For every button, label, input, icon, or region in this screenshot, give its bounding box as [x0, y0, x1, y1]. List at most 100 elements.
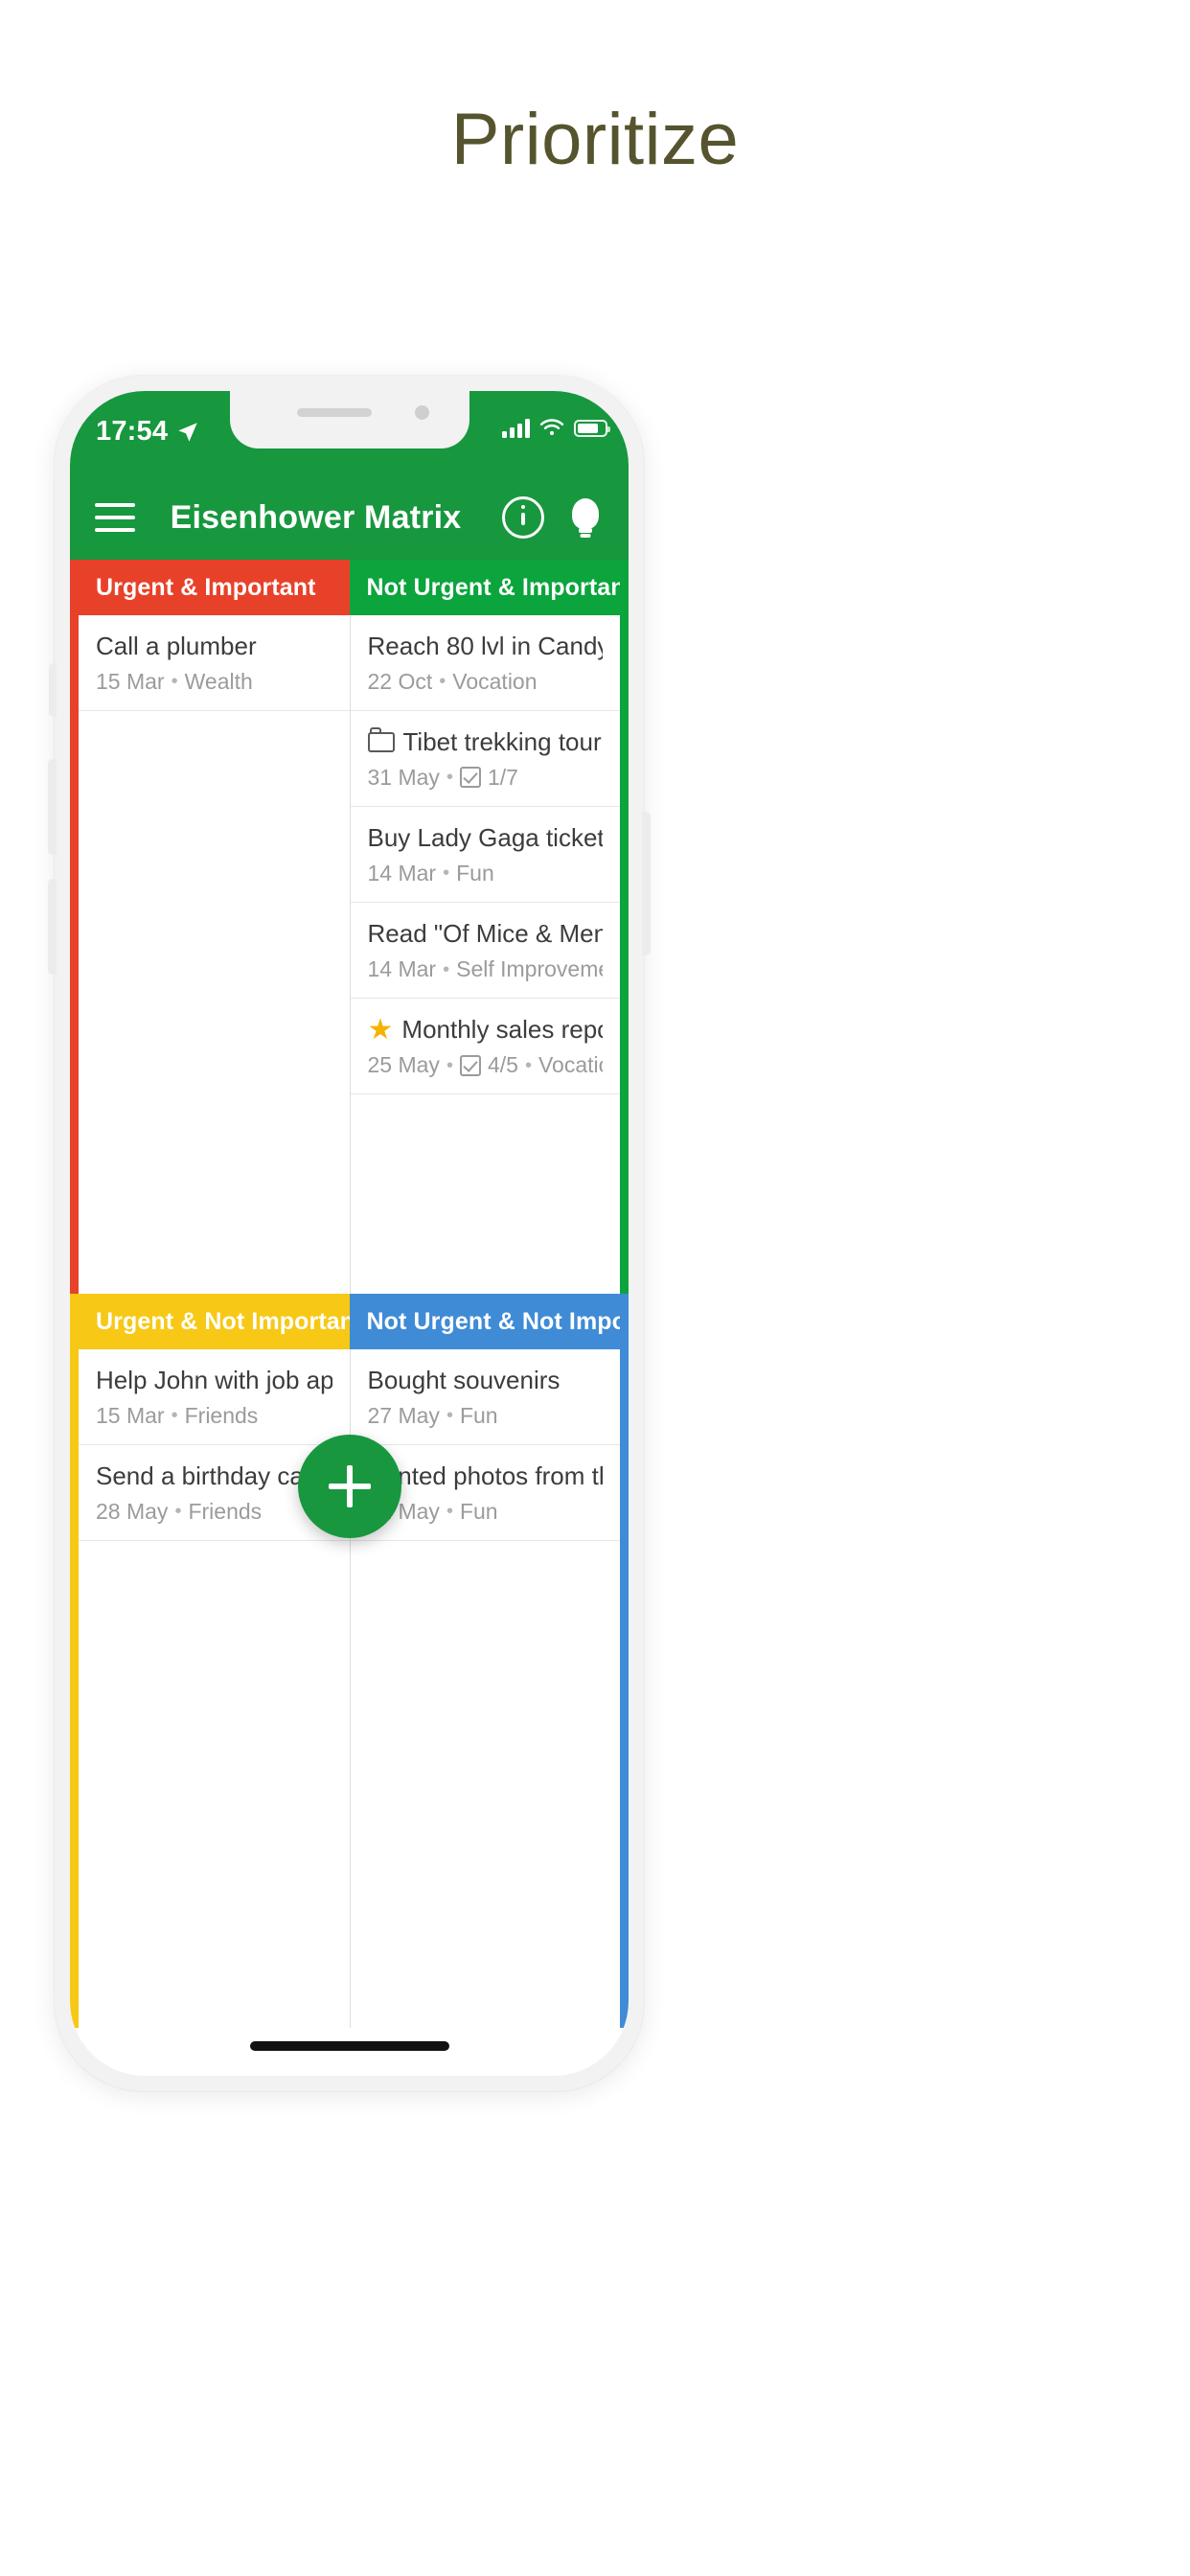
page-title: Prioritize: [450, 99, 740, 180]
task-title-text: Tibet trekking tour: [402, 727, 602, 757]
status-icons: [502, 419, 610, 438]
quadrant-task-list: Bought souvenirs 27 May • Fun Printed ph…: [349, 1349, 620, 2028]
meta-separator: •: [171, 1405, 178, 1427]
quadrant-task-list: Help John with job applicat... 15 Mar • …: [79, 1349, 350, 2028]
lightbulb-icon[interactable]: [571, 498, 600, 538]
checklist-icon: [459, 1054, 481, 1076]
app-bar-actions: [502, 496, 600, 539]
location-arrow-icon: [178, 422, 197, 442]
task-title: Tibet trekking tour: [367, 726, 604, 758]
quadrant-not-urgent-important: Not Urgent & Important Reach 80 lvl in C…: [349, 560, 629, 1294]
task-meta: 27 May • Fun: [368, 1403, 604, 1430]
meta-separator: •: [446, 767, 453, 789]
task-category: Vocation: [452, 668, 538, 694]
volume-down-button[interactable]: [48, 879, 57, 975]
meta-separator: •: [439, 671, 446, 693]
meta-separator: •: [171, 671, 178, 693]
task-meta: 31 May • 1/7: [368, 765, 604, 792]
quadrant-urgent-important: Urgent & Important Call a plumber 15 Mar…: [70, 560, 350, 1294]
task-title: Call a plumber: [96, 632, 257, 660]
quadrant-header: Not Urgent & Not Impo...: [349, 1294, 620, 1349]
device-notch: [229, 391, 469, 448]
meta-separator: •: [446, 1405, 453, 1427]
info-circle-icon[interactable]: [502, 496, 544, 539]
meta-separator: •: [443, 862, 450, 885]
task-title: ★ Monthly sales report: [368, 1014, 604, 1046]
task-item[interactable]: Read "Of Mice & Men" 14 Mar • Self Impro…: [350, 903, 620, 1000]
add-task-fab[interactable]: [297, 1435, 401, 1538]
task-meta: 22 Oct • Vocation: [368, 669, 604, 696]
task-title: Help John with job applicat...: [96, 1366, 332, 1394]
task-checklist: 4/5: [487, 1051, 518, 1077]
task-title: Buy Lady Gaga tickets: [368, 822, 604, 854]
quadrant-header: Urgent & Not Important: [79, 1294, 350, 1349]
task-title: Reach 80 lvl in Candy Crash: [368, 631, 604, 662]
meta-separator: •: [446, 1054, 453, 1076]
quadrant-task-list: Call a plumber 15 Mar • Wealth: [79, 615, 350, 1294]
task-title: Bought souvenirs: [367, 1366, 561, 1394]
task-date: 15 Mar: [96, 1402, 165, 1428]
home-indicator[interactable]: [249, 2041, 449, 2051]
folder-icon: [367, 726, 395, 752]
task-category: Vocation: [538, 1051, 603, 1077]
task-item[interactable]: Buy Lady Gaga tickets 14 Mar • Fun: [350, 807, 620, 904]
task-category: Wealth: [184, 668, 253, 694]
task-item[interactable]: Tibet trekking tour 31 May • 1/7: [350, 711, 620, 808]
quadrant-urgent-not-important: Urgent & Not Important Help John with jo…: [70, 1294, 350, 2028]
volume-up-button[interactable]: [48, 759, 57, 855]
task-date: 14 Mar: [367, 955, 437, 981]
wifi-icon: [539, 419, 564, 436]
signal-bars-icon: [502, 419, 530, 438]
silent-switch[interactable]: [49, 663, 57, 717]
star-icon: ★: [367, 1014, 394, 1046]
meta-separator: •: [446, 1501, 453, 1523]
task-date: 31 May: [367, 764, 440, 790]
task-title-text: Buy Lady Gaga tickets: [367, 823, 604, 853]
task-item[interactable]: Bought souvenirs 27 May • Fun: [350, 1349, 620, 1446]
task-item[interactable]: ★ Monthly sales report 25 May • 4/5 • Vo…: [350, 999, 620, 1095]
task-category: Self Improvement: [456, 955, 603, 981]
earpiece-speaker: [296, 408, 372, 417]
task-title-text: Monthly sales report: [401, 1015, 603, 1045]
matrix-row-bottom: Urgent & Not Important Help John with jo…: [70, 1294, 629, 2028]
meta-separator: •: [524, 1054, 532, 1076]
task-date: 22 Oct: [367, 668, 433, 694]
quadrant-header: Urgent & Important: [79, 560, 350, 615]
power-button[interactable]: [642, 812, 651, 955]
task-title: Printed photos from the trip: [367, 1461, 604, 1491]
quadrant-header: Not Urgent & Important: [349, 560, 620, 615]
eisenhower-matrix: Urgent & Important Call a plumber 15 Mar…: [70, 560, 629, 2028]
task-meta: 14 Mar • Fun: [368, 861, 604, 887]
task-item[interactable]: Help John with job applicat... 15 Mar • …: [79, 1349, 350, 1446]
task-title-text: Read "Of Mice & Men": [367, 919, 604, 949]
quadrant-task-list: Reach 80 lvl in Candy Crash 22 Oct • Voc…: [349, 615, 620, 1294]
quadrant-not-urgent-not-important: Not Urgent & Not Impo... Bought souvenir…: [349, 1294, 629, 2028]
task-date: 27 May: [367, 1402, 440, 1428]
battery-icon: [574, 420, 610, 437]
front-camera: [414, 405, 429, 420]
task-date: 15 Mar: [96, 668, 165, 694]
task-category: Friends: [188, 1498, 263, 1524]
meta-separator: •: [174, 1501, 182, 1523]
phone-device-frame: 17:54 Eisenhower Matrix Urgent & Importa…: [48, 376, 651, 2091]
status-time-group: 17:54: [96, 416, 200, 448]
app-title: Eisenhower Matrix: [170, 498, 462, 536]
task-title-text: Reach 80 lvl in Candy Crash: [367, 632, 604, 660]
checklist-icon: [459, 767, 481, 789]
status-bar: 17:54: [70, 391, 629, 475]
task-checklist: 1/7: [487, 764, 518, 790]
task-category: Fun: [456, 860, 494, 886]
task-category: Friends: [184, 1402, 259, 1428]
task-meta: 25 May • 4/5 • Vocation: [368, 1052, 604, 1079]
task-meta: 28 May • Friends: [96, 1499, 332, 1526]
app-bar: Eisenhower Matrix: [70, 475, 629, 560]
task-title: Read "Of Mice & Men": [368, 918, 604, 950]
task-category: Fun: [459, 1402, 498, 1428]
status-time: 17:54: [96, 416, 169, 447]
task-item[interactable]: Call a plumber 15 Mar • Wealth: [79, 615, 350, 712]
task-meta: 15 Mar • Friends: [96, 1403, 332, 1430]
phone-screen: 17:54 Eisenhower Matrix Urgent & Importa…: [70, 391, 629, 2076]
task-item[interactable]: Reach 80 lvl in Candy Crash 22 Oct • Voc…: [350, 615, 620, 712]
task-category: Fun: [459, 1498, 498, 1524]
task-meta: 31 May • Fun: [368, 1499, 604, 1526]
